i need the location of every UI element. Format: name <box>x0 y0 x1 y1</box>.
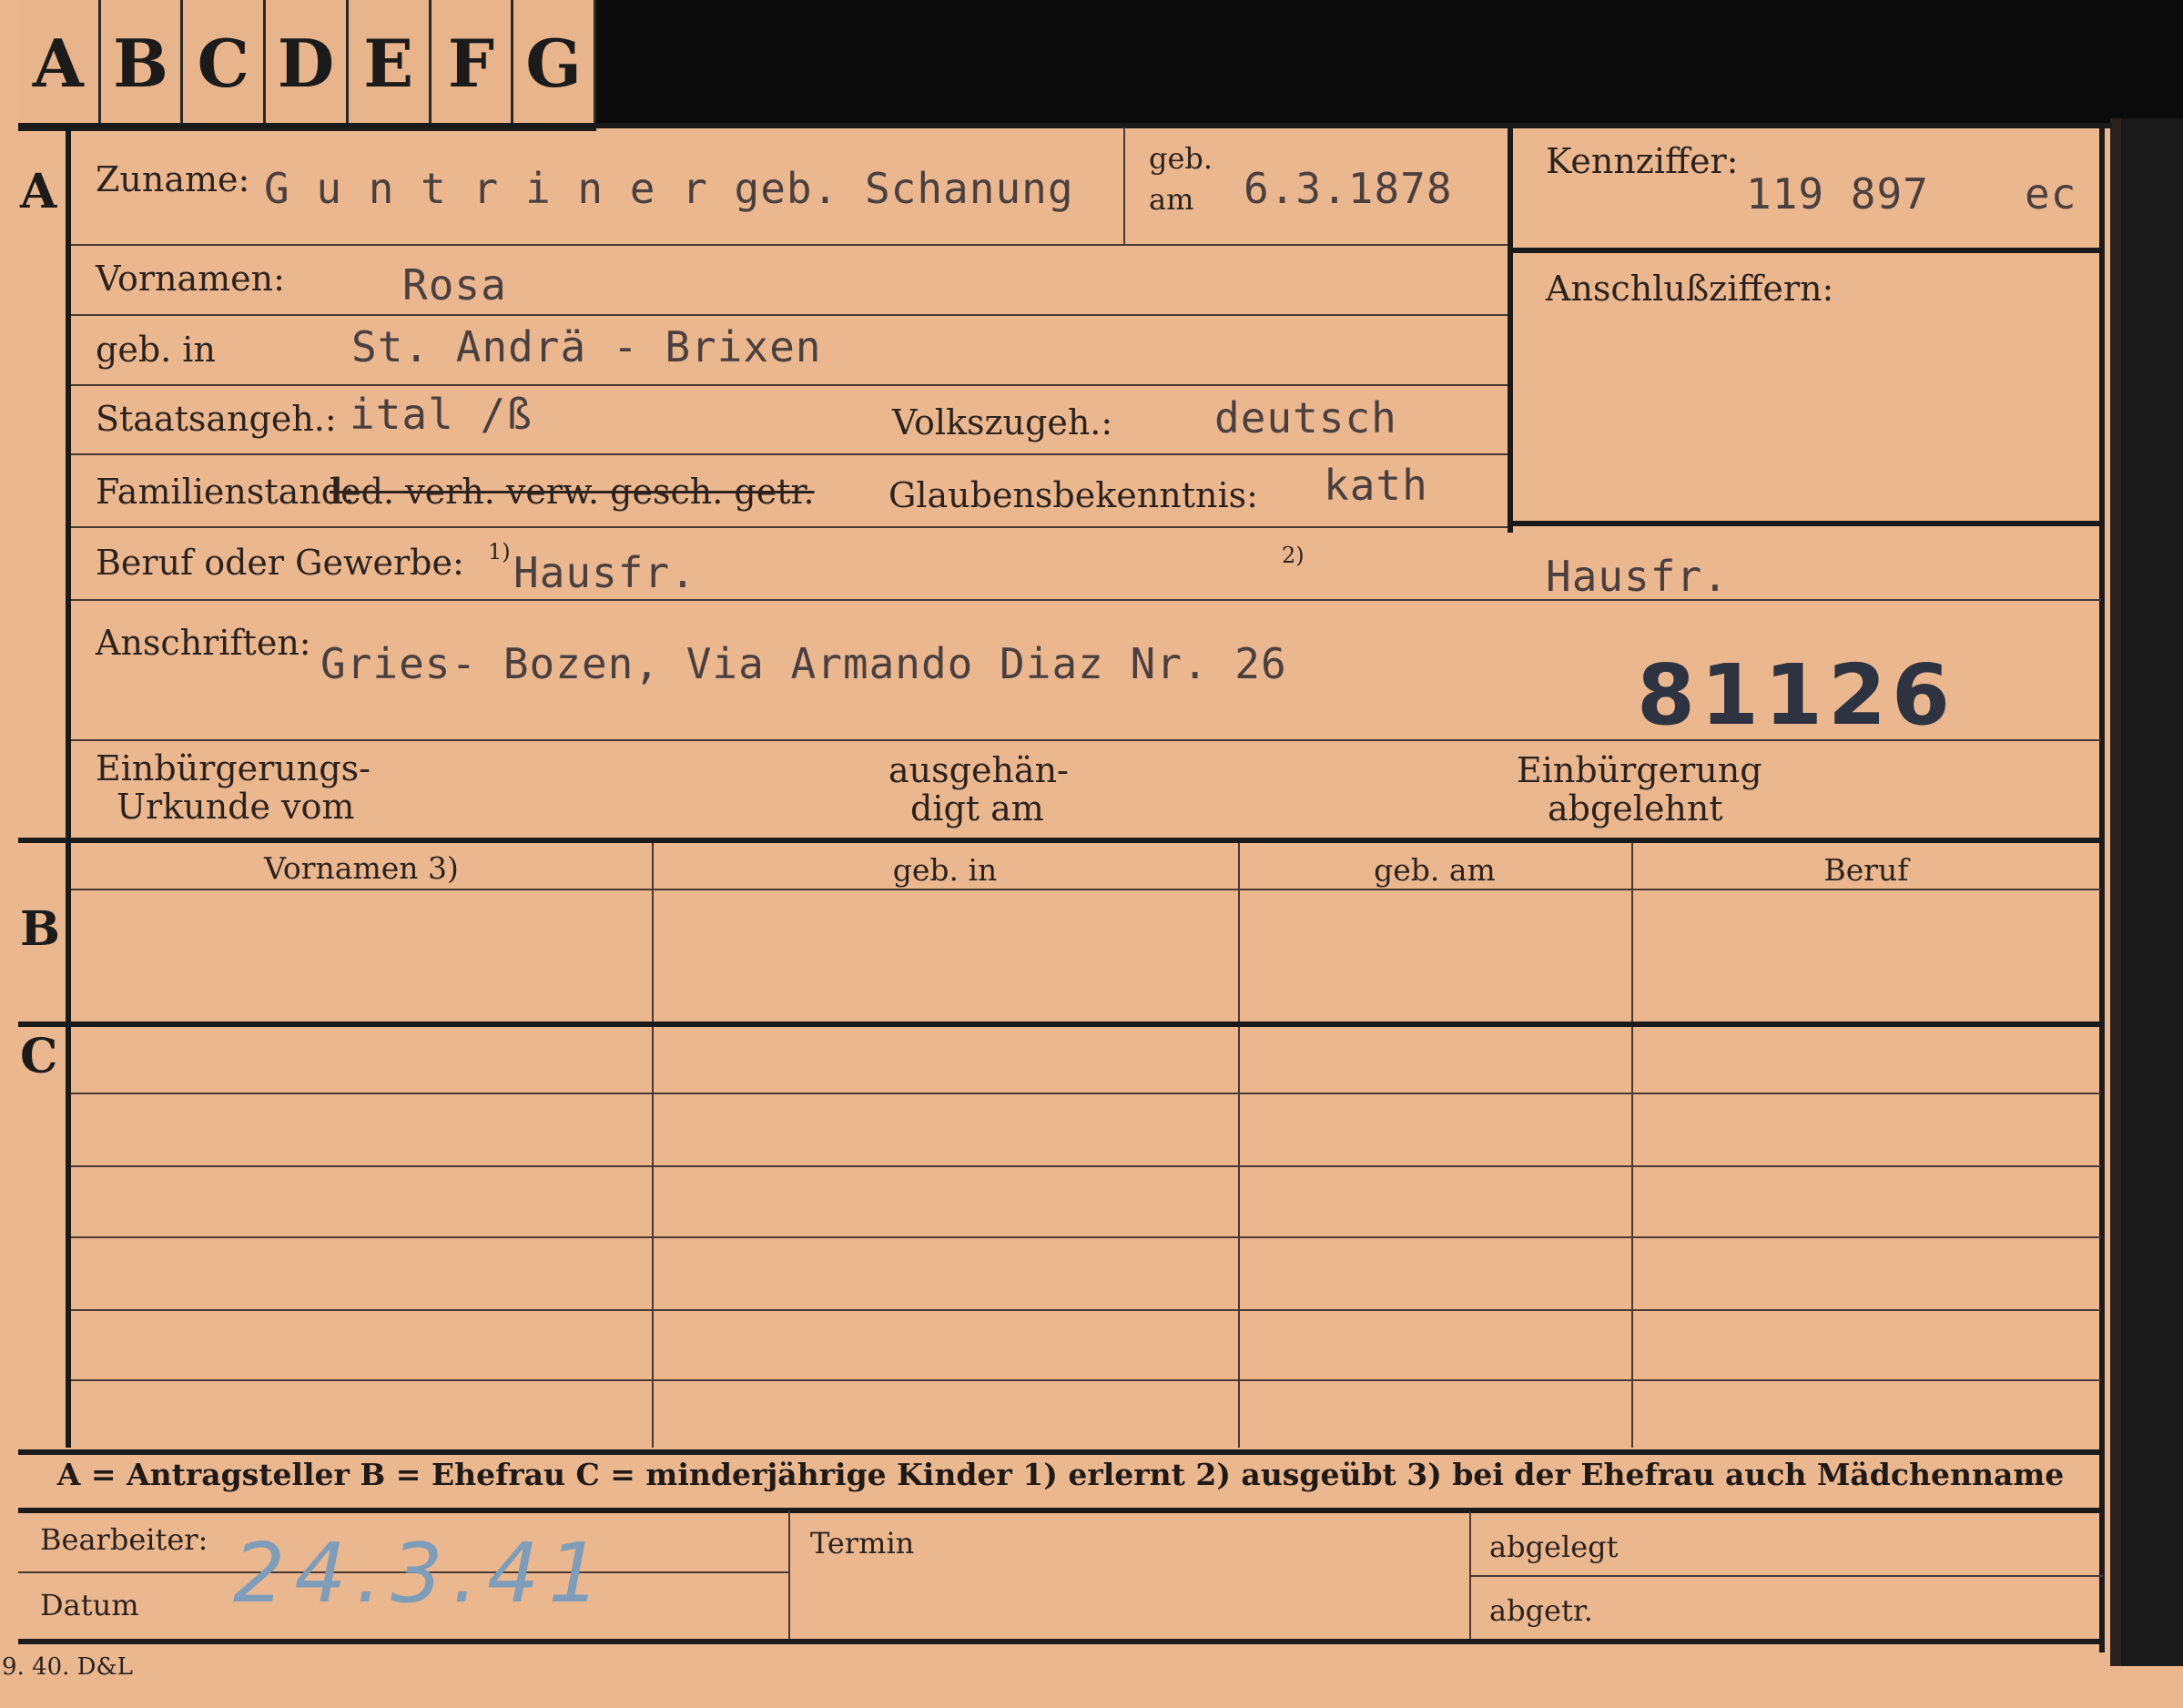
row-line <box>71 599 2101 601</box>
table-header-geb-in: geb. in <box>892 852 998 888</box>
ausgehaendigt-label-1: ausgehän- <box>888 750 1069 790</box>
index-tab-e[interactable]: E <box>349 0 432 126</box>
beruf-footnote-2: 2) <box>1282 543 1305 568</box>
beruf-label: Beruf oder Gewerbe: <box>96 543 464 583</box>
table-row-line <box>71 1379 2101 1381</box>
glaubensbekenntnis-value[interactable]: kath <box>1324 461 1428 510</box>
section-letter-c: C <box>20 1029 58 1084</box>
geb-in-value[interactable]: St. Andrä - Brixen <box>351 322 822 371</box>
table-col-line <box>1238 843 1240 1448</box>
table-row-line <box>71 1165 2101 1167</box>
section-letter-a: A <box>20 164 57 219</box>
index-tab-strip: A B C D E F G <box>18 0 597 131</box>
legend: A = Antragsteller B = Ehefrau C = minder… <box>56 1457 2065 1492</box>
abgelegt-label: abgelegt <box>1489 1530 1619 1564</box>
row-line <box>71 526 1508 528</box>
index-tab-a[interactable]: A <box>18 0 101 126</box>
table-row-line <box>71 1309 2101 1311</box>
geb-am-label-top: geb. <box>1149 141 1213 176</box>
index-tab-d[interactable]: D <box>266 0 349 126</box>
familienstand-options[interactable]: led. verh. verw. gesch. getr. <box>330 472 815 512</box>
kennziffer-box-bottom <box>1508 521 2101 526</box>
volkszugeh-value[interactable]: deutsch <box>1214 393 1397 442</box>
familienstand-label: Familienstand: <box>96 472 355 512</box>
section-letter-b: B <box>20 901 60 957</box>
kennziffer-value[interactable]: 119 897 <box>1746 169 1929 219</box>
stamp-number: 81126 <box>1637 646 1956 744</box>
ausgehaendigt-label-2: digt am <box>910 788 1044 829</box>
table-header-vornamen: Vornamen 3) <box>264 850 459 886</box>
kennziffer-label: Kennziffer: <box>1546 141 1739 181</box>
table-header-geb-am: geb. am <box>1374 852 1496 888</box>
einb-urkunde-label-2: Urkunde vom <box>117 787 355 827</box>
index-tab-g[interactable]: G <box>513 0 597 126</box>
kennziffer-box-left <box>1508 123 1513 533</box>
index-tab-c[interactable]: C <box>183 0 267 126</box>
anschrift-value[interactable]: Gries- Bozen, Via Armando Diaz Nr. 26 <box>320 639 1287 688</box>
anschriften-label: Anschriften: <box>96 623 311 663</box>
einb-urkunde-label-1: Einbürgerungs- <box>96 748 371 788</box>
staatsangeh-label: Staatsangeh.: <box>96 399 337 439</box>
beruf-footnote-1: 1) <box>488 539 511 564</box>
section-a-bottom <box>18 838 2103 843</box>
table-row-line <box>71 1236 2101 1238</box>
frame-bottom-line <box>18 1639 2103 1644</box>
geb-in-label: geb. in <box>96 330 216 370</box>
row-line <box>71 384 1508 386</box>
termin-label: Termin <box>810 1526 915 1561</box>
beruf-erlernt-value[interactable]: Hausfr. <box>513 548 696 597</box>
datum-label: Datum <box>40 1588 139 1622</box>
legend-bottom <box>18 1508 2103 1513</box>
frame-right-line <box>2099 123 2105 1652</box>
table-header-line <box>71 889 2101 890</box>
row-line <box>71 244 1508 246</box>
section-b-bottom <box>18 1022 2103 1027</box>
abgetr-label: abgetr. <box>1489 1593 1593 1628</box>
frame-top-line <box>18 123 2112 128</box>
beruf-ausgeuebt-value[interactable]: Hausfr. <box>1546 552 1729 601</box>
table-col-line <box>1631 843 1633 1448</box>
datum-handwritten[interactable]: 24.3.41 <box>233 1526 610 1622</box>
kennziffer-suffix[interactable]: ec <box>2025 169 2076 219</box>
vornamen-label: Vornamen: <box>96 259 285 299</box>
geb-am-value[interactable]: 6.3.1878 <box>1244 164 1453 213</box>
bearbeiter-label: Bearbeiter: <box>40 1522 208 1557</box>
top-black-border <box>596 0 2183 126</box>
section-c-bottom <box>18 1449 2103 1455</box>
einb-abgelehnt-label-1: Einbürgerung <box>1517 750 1762 790</box>
kennziffer-box-divider <box>1508 248 2101 253</box>
volkszugeh-label: Volkszugeh.: <box>892 402 1113 442</box>
vornamen-value[interactable]: Rosa <box>402 260 507 310</box>
col-line <box>1123 127 1125 244</box>
row-line <box>71 453 1508 455</box>
zuname-value[interactable]: G u n t r i n e r geb. Schanung <box>264 164 1074 213</box>
zuname-label: Zuname: <box>96 159 250 199</box>
einb-abgelehnt-label-2: abgelehnt <box>1548 788 1723 829</box>
geb-am-label-bottom: am <box>1149 182 1194 217</box>
index-tab-f[interactable]: F <box>432 0 514 126</box>
right-black-border <box>2121 118 2183 1666</box>
staatsangeh-value[interactable]: ital /ß <box>350 390 533 439</box>
anschlussziffern-label: Anschlußziffern: <box>1546 269 1834 309</box>
table-header-beruf: Beruf <box>1823 852 1909 888</box>
footer-col-line <box>788 1511 790 1639</box>
table-col-line <box>652 843 654 1448</box>
row-line <box>71 314 1508 316</box>
print-mark: 9. 40. D&L <box>2 1653 133 1681</box>
index-tab-b[interactable]: B <box>101 0 184 126</box>
footer-row-line <box>1469 1575 2103 1577</box>
table-row-line <box>71 1093 2101 1094</box>
glaubensbekenntnis-label: Glaubensbekenntnis: <box>888 475 1258 515</box>
section-divider-vertical <box>66 123 71 1448</box>
